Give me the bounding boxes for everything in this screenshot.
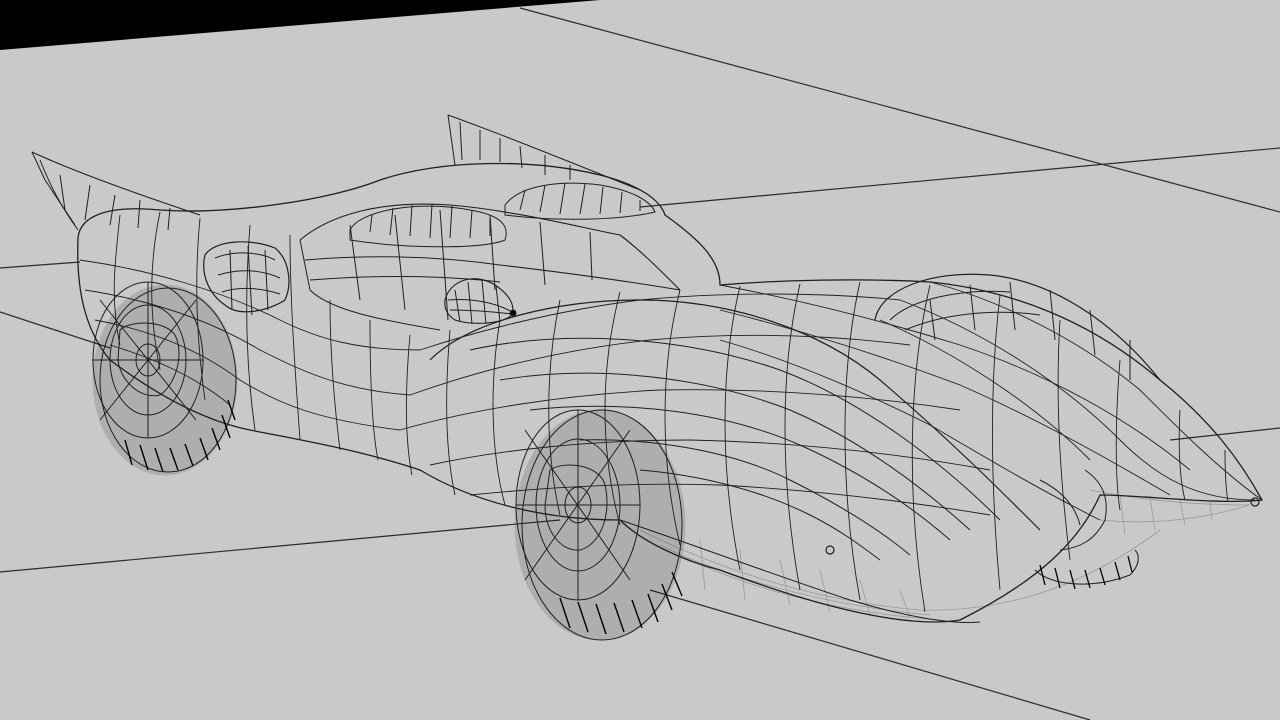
front-right-wheel	[1034, 549, 1139, 590]
front-underbody-ghost	[639, 489, 1251, 621]
rear-right-fender	[874, 273, 1161, 381]
3d-viewport[interactable]	[0, 0, 1280, 720]
rear-left-fin	[31, 151, 201, 231]
wireframe-scene	[0, 0, 1280, 720]
rear-left-wheel	[92, 281, 238, 476]
headrest	[349, 205, 507, 248]
race-car-wireframe	[31, 114, 1264, 641]
front-left-wheel	[514, 409, 686, 641]
viewport-top-border	[0, 0, 600, 50]
